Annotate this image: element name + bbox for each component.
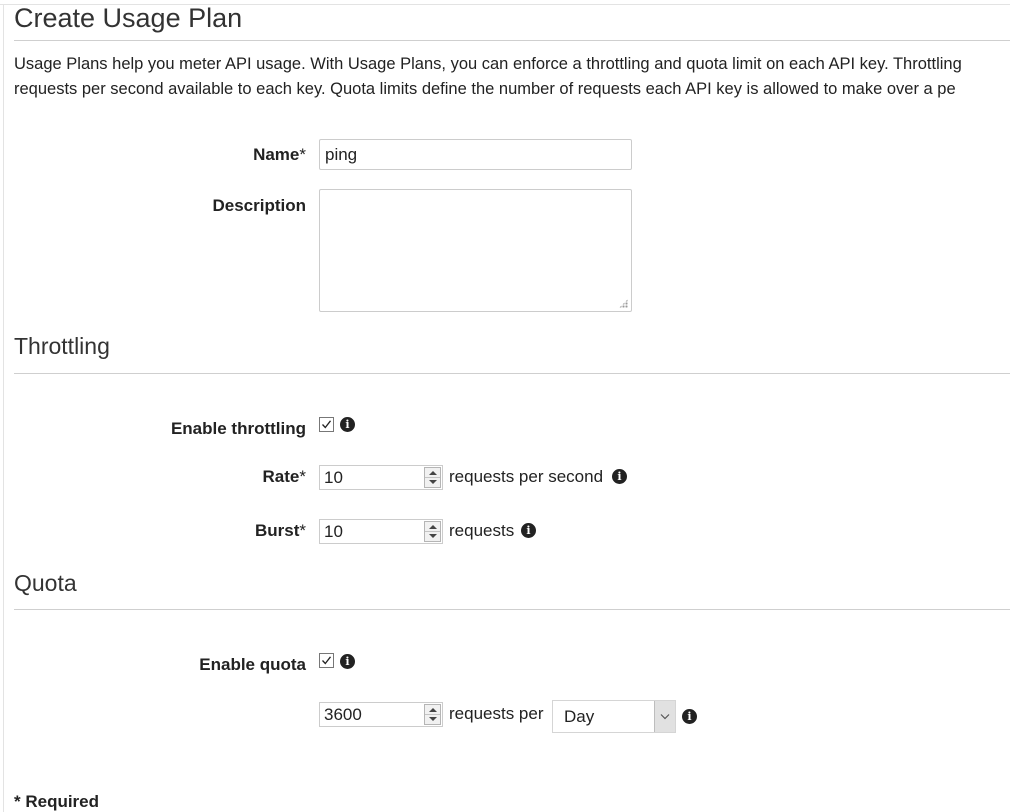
required-marker: * [299, 145, 306, 164]
enable-quota-checkbox[interactable] [319, 653, 334, 668]
quota-section-title: Quota [14, 570, 77, 596]
throttling-section-title: Throttling [14, 333, 110, 359]
checkmark-icon [322, 420, 332, 429]
quota-period-select[interactable]: Day [552, 700, 676, 733]
info-icon[interactable]: i [340, 417, 355, 432]
quota-period-value: Day [564, 707, 595, 726]
rate-value: 10 [324, 468, 343, 487]
page-title: Create Usage Plan [14, 3, 243, 33]
quota-limit-value: 3600 [324, 705, 362, 724]
resize-grip-icon[interactable] [619, 299, 628, 308]
name-input[interactable]: ping [319, 139, 632, 170]
rate-increment-button[interactable] [425, 468, 440, 478]
spinner-arrows-icon[interactable] [424, 467, 441, 488]
info-icon[interactable]: i [682, 709, 697, 724]
rate-unit-text: requests per second [449, 467, 604, 486]
required-marker: * [299, 521, 306, 540]
title-divider [14, 40, 1010, 41]
description-textarea[interactable] [319, 189, 632, 312]
burst-input[interactable]: 10 [319, 519, 443, 544]
rate-input[interactable]: 10 [319, 465, 443, 490]
quota-decrement-button[interactable] [425, 715, 440, 724]
quota-increment-button[interactable] [425, 705, 440, 715]
intro-text: Usage Plans help you meter API usage. Wi… [14, 52, 1010, 102]
required-note: * Required [14, 792, 100, 811]
throttling-divider [14, 373, 1010, 374]
rate-decrement-button[interactable] [425, 478, 440, 487]
quota-divider [14, 609, 1010, 610]
left-divider [3, 4, 4, 812]
info-icon[interactable]: i [340, 654, 355, 669]
rate-label: Rate* [262, 467, 306, 486]
description-label: Description [212, 196, 306, 215]
intro-line-1: Usage Plans help you meter API usage. Wi… [14, 55, 962, 73]
create-usage-plan-page: Create Usage Plan Usage Plans help you m… [0, 0, 1010, 812]
name-input-value: ping [325, 145, 358, 164]
burst-unit-text: requests [449, 521, 515, 540]
burst-decrement-button[interactable] [425, 532, 440, 541]
checkmark-icon [322, 656, 332, 665]
spinner-arrows-icon[interactable] [424, 704, 441, 725]
quota-unit-text: requests per [449, 704, 544, 723]
enable-quota-label: Enable quota [199, 655, 306, 674]
enable-throttling-checkbox[interactable] [319, 417, 334, 432]
intro-line-2: requests per second available to each ke… [14, 80, 956, 98]
quota-limit-input[interactable]: 3600 [319, 702, 443, 727]
burst-value: 10 [324, 522, 343, 541]
spinner-arrows-icon[interactable] [424, 521, 441, 542]
burst-increment-button[interactable] [425, 522, 440, 532]
required-marker: * [299, 467, 306, 486]
info-icon[interactable]: i [521, 523, 536, 538]
chevron-down-icon[interactable] [654, 701, 675, 732]
enable-throttling-label: Enable throttling [170, 419, 306, 438]
info-icon[interactable]: i [612, 469, 627, 484]
burst-label: Burst* [254, 521, 306, 540]
name-label: Name* [253, 145, 306, 164]
